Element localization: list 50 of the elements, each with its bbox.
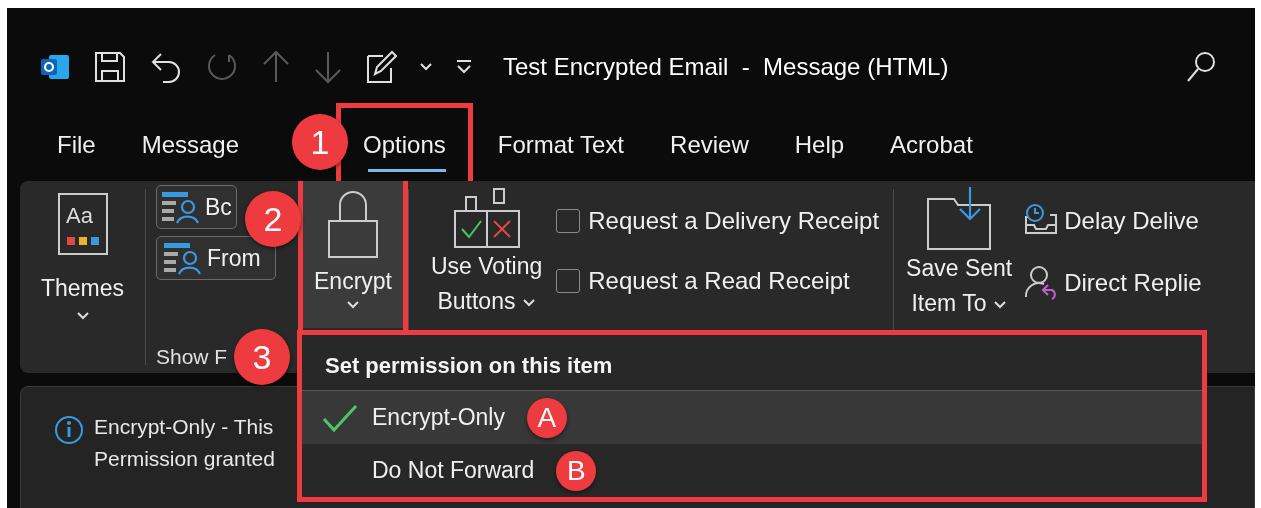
field-toggle-button[interactable]: From: [156, 236, 276, 280]
ribbon-tab[interactable]: Format Text: [474, 103, 648, 181]
vote-icon: [453, 187, 520, 249]
info-text: Encrypt-Only - This: [94, 415, 275, 439]
ribbon-tab[interactable]: Help: [771, 103, 868, 181]
checkbox[interactable]: [556, 269, 581, 293]
save-sent-label[interactable]: Item To: [911, 286, 1007, 321]
menu-item-label[interactable]: Encrypt-Only: [372, 404, 505, 431]
info-icon: [54, 415, 84, 445]
customize-icon[interactable]: [455, 59, 473, 75]
padlock-icon: [326, 191, 380, 259]
search-icon[interactable]: [1185, 50, 1217, 84]
ribbon-command[interactable]: Delay Delive: [1024, 203, 1202, 239]
menu-item-label[interactable]: Do Not Forward: [372, 457, 535, 484]
window-title: Test Encrypted Email - Message (HTML): [503, 53, 949, 81]
chevron-icon: [992, 299, 1007, 311]
contact-card-icon: [161, 190, 199, 224]
step-marker: A: [526, 397, 567, 438]
voting-label[interactable]: Buttons: [437, 284, 536, 319]
info-text: Permission granted: [94, 447, 275, 471]
ribbon-tab[interactable]: Acrobat: [867, 103, 996, 181]
themes-icon: Aa: [57, 193, 108, 255]
checkbox-label[interactable]: Request a Read Receipt: [588, 267, 850, 295]
checkbox-label[interactable]: Request a Delivery Receipt: [588, 207, 880, 235]
group-label: Show F: [156, 345, 228, 369]
chevron-icon[interactable]: [419, 61, 433, 73]
menu-item[interactable]: Do Not Forward B: [302, 444, 1202, 497]
contact-card-icon: [163, 241, 201, 275]
edit-icon[interactable]: [365, 50, 397, 84]
chevron-icon: [346, 299, 360, 311]
ribbon-tab[interactable]: Review: [647, 103, 772, 181]
person-reply-icon: [1024, 265, 1059, 301]
field-toggle-button[interactable]: Bc: [156, 185, 237, 229]
step-marker: 2: [245, 191, 301, 247]
folder-download-icon: [926, 185, 993, 251]
chevron-icon: [521, 297, 536, 309]
voting-label[interactable]: Use Voting: [431, 249, 543, 284]
save-sent-label[interactable]: Save Sent: [906, 251, 1013, 286]
ribbon-tab[interactable]: File: [34, 103, 119, 181]
chevron-icon: [75, 310, 90, 322]
step-marker: 1: [292, 114, 349, 170]
undo-icon[interactable]: [149, 50, 183, 84]
menu-item[interactable]: Encrypt-Only A: [302, 391, 1202, 444]
checkbox[interactable]: [556, 209, 581, 233]
step-marker: B: [556, 450, 597, 491]
ribbon-tab[interactable]: Message: [118, 103, 263, 181]
encrypt-button[interactable]: Encrypt: [303, 181, 403, 328]
themes-label[interactable]: Themes: [40, 271, 125, 306]
ribbon-command[interactable]: Direct Replie: [1024, 265, 1202, 301]
save-icon[interactable]: [93, 50, 127, 84]
